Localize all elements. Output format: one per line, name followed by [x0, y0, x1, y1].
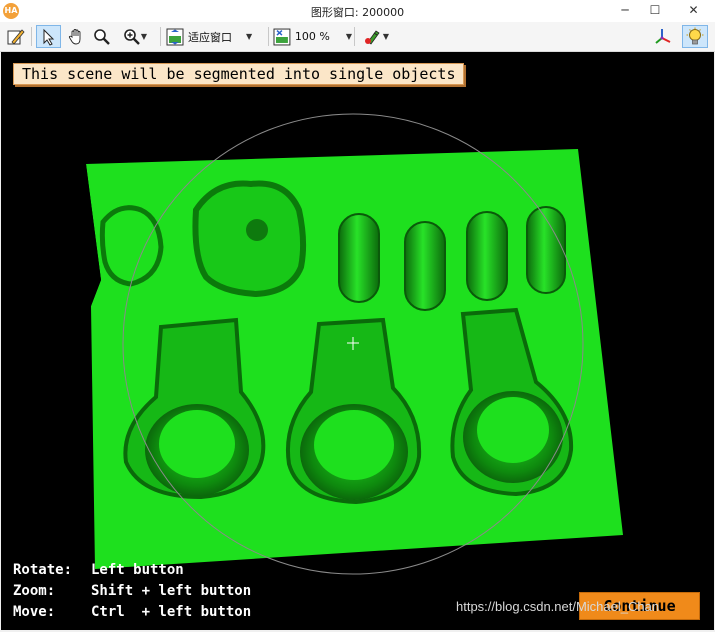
pill-object-2 — [404, 221, 446, 311]
chevron-down-icon[interactable]: ▼ — [346, 32, 352, 41]
zoom-percent-icon — [273, 28, 291, 45]
axes-icon[interactable] — [651, 25, 675, 48]
scene-render[interactable] — [1, 52, 714, 630]
help-value: Ctrl + left button — [91, 604, 252, 620]
maximize-button[interactable]: ☐ — [640, 0, 670, 20]
zoom-percent-label: 100 % — [294, 30, 330, 43]
gear-object — [192, 180, 307, 298]
close-button[interactable]: ✕ — [672, 0, 715, 20]
edit-icon[interactable] — [4, 25, 28, 48]
toolbar-separator — [160, 27, 161, 46]
graphics-window: HA 图形窗口: 200000 ─ ☐ ✕ ▼ 适应窗口 ▼ 100 % ▼ ▼… — [0, 0, 715, 632]
toolbar-separator — [354, 27, 355, 46]
zoom-in-icon[interactable]: ▼ — [117, 25, 153, 48]
3d-viewport[interactable]: This scene will be segmented into single… — [1, 52, 714, 630]
pointer-icon[interactable] — [36, 25, 61, 48]
chevron-down-icon[interactable]: ▼ — [141, 32, 147, 41]
fit-window-icon — [166, 28, 184, 45]
help-row-rotate: Rotate: Left button — [13, 560, 184, 580]
title-bar: HA 图形窗口: 200000 ─ ☐ ✕ — [0, 0, 715, 22]
help-row-move: Move: Ctrl + left button — [13, 602, 251, 622]
fit-window-dropdown[interactable]: 适应窗口 ▼ — [165, 25, 265, 48]
fit-window-label: 适应窗口 — [188, 30, 232, 44]
help-value: Left button — [91, 562, 184, 578]
watermark-text: https://blog.csdn.net/Michael_Chan — [456, 599, 660, 614]
toolbar-separator — [31, 27, 32, 46]
help-value: Shift + left button — [91, 583, 252, 599]
lightbulb-icon[interactable] — [682, 25, 708, 48]
hand-pan-icon[interactable] — [64, 25, 88, 48]
chevron-down-icon[interactable]: ▼ — [246, 32, 252, 41]
help-key: Rotate: — [13, 562, 73, 578]
help-row-zoom: Zoom: Shift + left button — [13, 581, 251, 601]
help-key: Move: — [13, 604, 56, 620]
magnifier-icon[interactable] — [90, 25, 114, 48]
color-pen-icon[interactable]: ▼ — [358, 25, 394, 48]
pill-object-4 — [526, 206, 566, 294]
pill-object-3 — [466, 211, 508, 301]
chevron-down-icon[interactable]: ▼ — [383, 32, 389, 41]
zoom-percent-dropdown[interactable]: 100 % ▼ — [272, 25, 352, 48]
help-key: Zoom: — [13, 583, 56, 599]
toolbar-separator — [268, 27, 269, 46]
pill-object-1 — [338, 213, 380, 303]
status-message: This scene will be segmented into single… — [13, 63, 465, 85]
toolbar: ▼ 适应窗口 ▼ 100 % ▼ ▼ — [0, 22, 715, 52]
minimize-button[interactable]: ─ — [610, 0, 640, 20]
window-title: 图形窗口: 200000 — [310, 6, 405, 19]
